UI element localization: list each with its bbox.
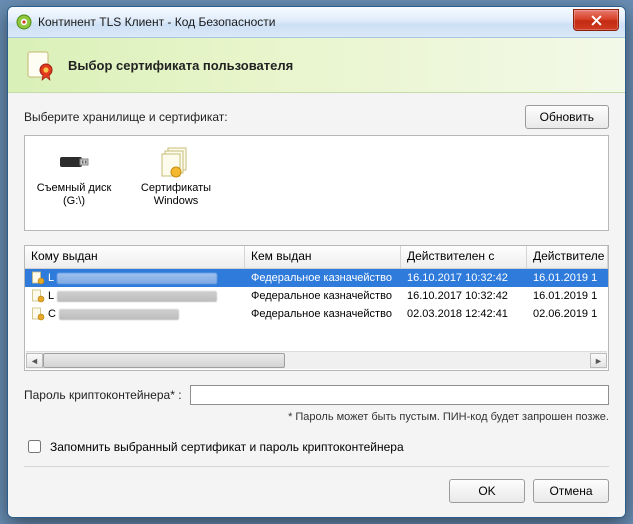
app-icon xyxy=(16,14,32,30)
storage-windows-certs[interactable]: Сертификаты Windows xyxy=(137,144,215,222)
dialog-window: Континент TLS Клиент - Код Безопасности … xyxy=(7,6,626,518)
window-title: Континент TLS Клиент - Код Безопасности xyxy=(38,15,275,29)
cancel-button[interactable]: Отмена xyxy=(533,479,609,503)
password-hint: * Пароль может быть пустым. ПИН-код буде… xyxy=(24,411,609,423)
certificate-table: Кому выдан Кем выдан Действителен с Дейс… xyxy=(24,245,609,371)
certificate-icon xyxy=(24,49,56,81)
storage-removable-disk[interactable]: Съемный диск (G:\) xyxy=(35,144,113,222)
cert-stack-icon xyxy=(137,144,215,180)
horizontal-scrollbar[interactable]: ◄ ► xyxy=(26,351,607,369)
ok-button[interactable]: OK xyxy=(449,479,525,503)
scroll-left-button[interactable]: ◄ xyxy=(26,353,43,368)
usb-drive-icon xyxy=(35,144,113,180)
column-valid-from[interactable]: Действителен с xyxy=(401,246,527,268)
table-header: Кому выдан Кем выдан Действителен с Дейс… xyxy=(25,246,608,269)
instruction-label: Выберите хранилище и сертификат: xyxy=(24,110,228,124)
refresh-button[interactable]: Обновить xyxy=(525,105,609,129)
table-row[interactable]: CФедеральное казначейство02.03.2018 12:4… xyxy=(25,305,608,323)
column-valid-to[interactable]: Действителе xyxy=(527,246,608,268)
close-button[interactable] xyxy=(573,9,619,31)
titlebar[interactable]: Континент TLS Клиент - Код Безопасности xyxy=(8,7,625,38)
storage-label: Съемный диск (G:\) xyxy=(35,182,113,207)
column-issued-by[interactable]: Кем выдан xyxy=(245,246,401,268)
storage-label: Сертификаты Windows xyxy=(137,182,215,207)
scroll-track[interactable] xyxy=(43,353,590,368)
remember-label[interactable]: Запомнить выбранный сертификат и пароль … xyxy=(50,440,404,454)
password-label: Пароль криптоконтейнера* : xyxy=(24,388,182,402)
scroll-right-button[interactable]: ► xyxy=(590,353,607,368)
banner: Выбор сертификата пользователя xyxy=(8,38,625,93)
table-body: LФедеральное казначейство16.10.2017 10:3… xyxy=(25,269,608,323)
password-input[interactable] xyxy=(190,385,609,405)
scroll-thumb[interactable] xyxy=(43,353,285,368)
table-row[interactable]: LФедеральное казначейство16.10.2017 10:3… xyxy=(25,269,608,287)
banner-title: Выбор сертификата пользователя xyxy=(68,58,293,73)
dialog-footer: OK Отмена xyxy=(24,466,609,503)
storage-list: Съемный диск (G:\) Сертификаты Windows xyxy=(24,135,609,231)
column-issued-to[interactable]: Кому выдан xyxy=(25,246,245,268)
dialog-body: Выберите хранилище и сертификат: Обновит… xyxy=(8,93,625,517)
table-row[interactable]: LФедеральное казначейство16.10.2017 10:3… xyxy=(25,287,608,305)
remember-checkbox[interactable] xyxy=(28,440,41,453)
